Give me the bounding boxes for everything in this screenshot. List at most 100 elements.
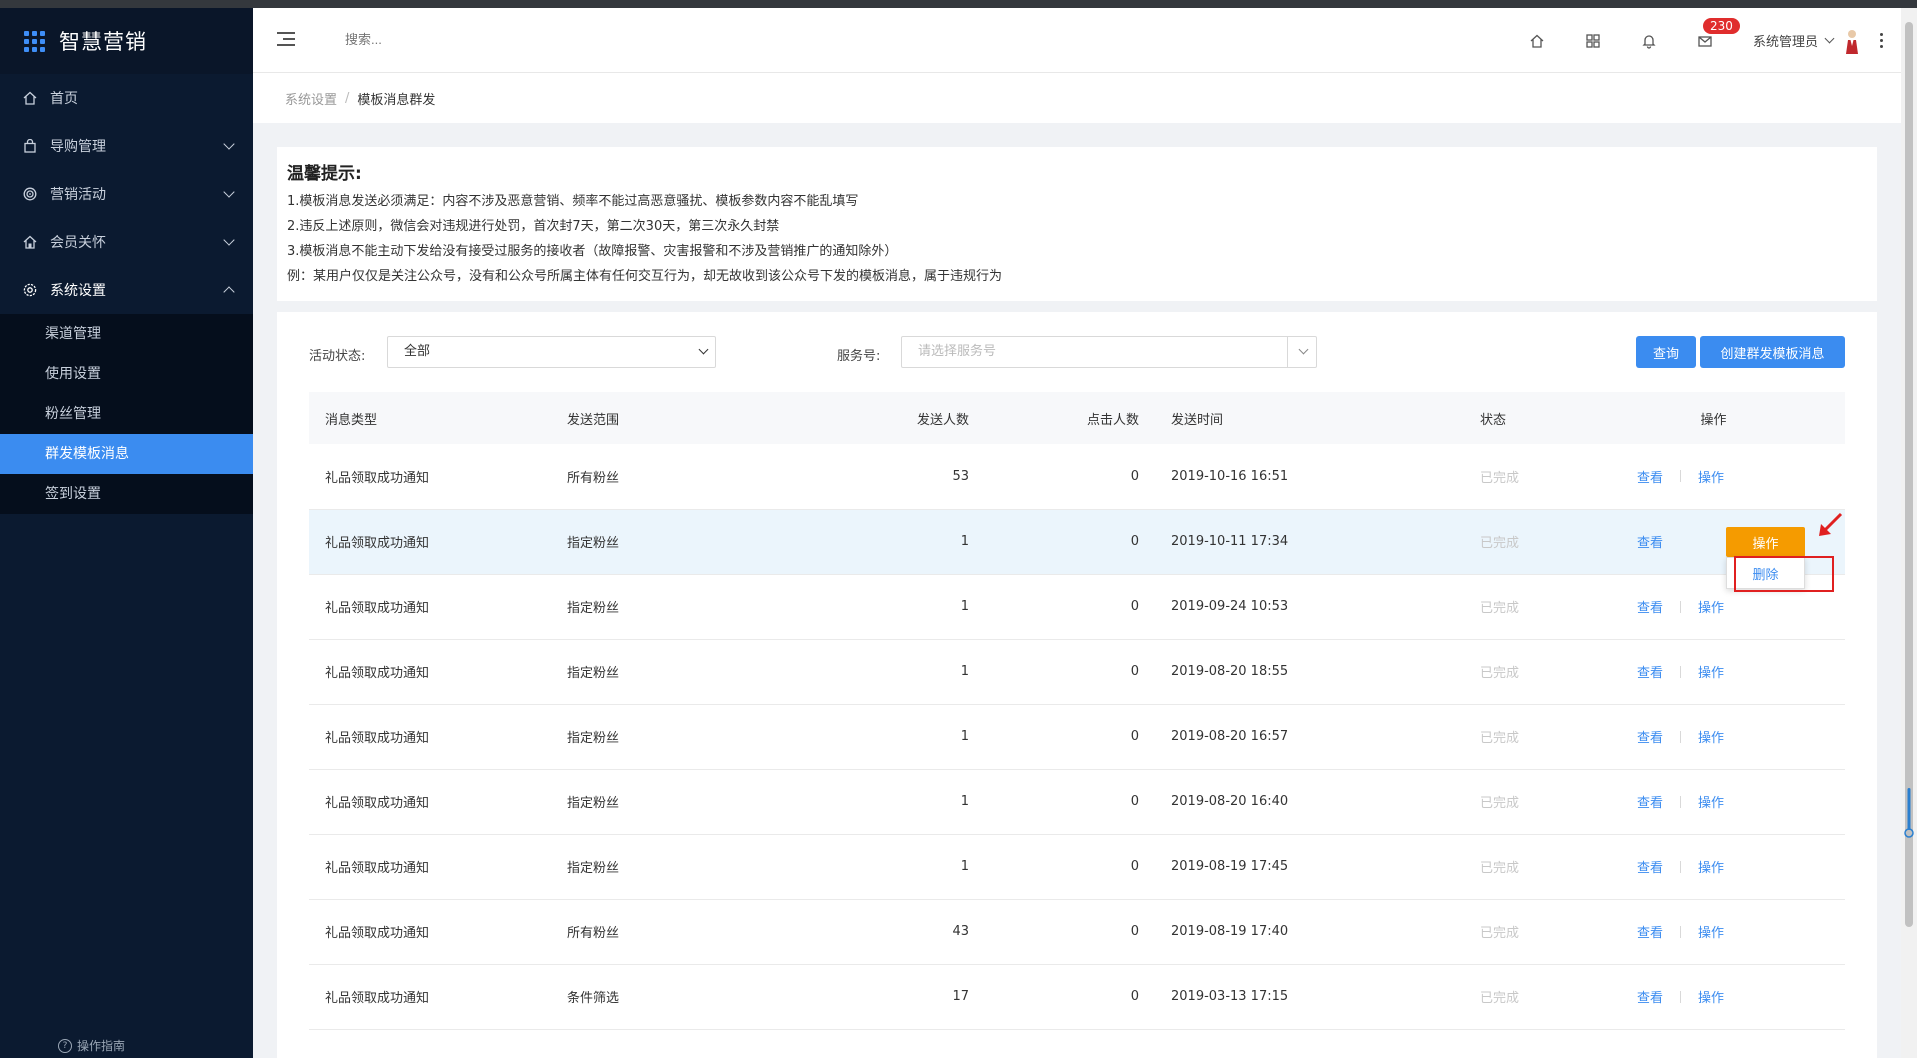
sidebar-item-usage-settings[interactable]: 使用设置	[0, 354, 253, 394]
view-link[interactable]: 查看	[1637, 857, 1663, 876]
tip-line: 2.违反上述原则，微信会对违规进行处罚，首次封7天，第二次30天，第三次永久封禁	[287, 219, 780, 234]
view-link[interactable]: 查看	[1637, 467, 1663, 486]
operation-link[interactable]: 操作	[1698, 467, 1724, 486]
view-link[interactable]: 查看	[1637, 727, 1663, 746]
chevron-down-icon	[223, 138, 235, 150]
cell-scope: 条件筛选	[567, 991, 620, 1006]
filter-bar: 活动状态: 全部 服务号: 请选择服务号 查询 创建群发模板消息	[277, 312, 1877, 392]
table-row: 礼品领取成功通知 指定粉丝 1 0 2019-08-20 16:40 已完成 查…	[309, 769, 1845, 834]
sidebar-item-home[interactable]: 首页	[0, 74, 253, 122]
message-count-badge: 230	[1702, 18, 1740, 34]
view-link[interactable]: 查看	[1637, 987, 1663, 1006]
operation-link[interactable]: 操作	[1698, 662, 1724, 681]
operation-link[interactable]: 操作	[1698, 857, 1724, 876]
column-header: 操作	[1700, 412, 1727, 428]
operation-link[interactable]: 操作	[1698, 597, 1724, 616]
column-header: 状态	[1480, 412, 1507, 428]
cell-time: 2019-03-13 17:15	[1171, 989, 1289, 1004]
view-link[interactable]: 查看	[1637, 662, 1663, 681]
table-row: 礼品领取成功通知 所有粉丝 53 0 2019-10-16 16:51 已完成 …	[309, 444, 1845, 509]
cell-status: 已完成	[1480, 991, 1520, 1006]
cell-sent: 1	[960, 729, 969, 744]
cell-status: 已完成	[1480, 666, 1520, 681]
cell-sent: 53	[952, 468, 969, 484]
apps-button[interactable]	[1565, 8, 1621, 73]
messages-button[interactable]: 230	[1677, 8, 1740, 73]
cell-scope: 所有粉丝	[567, 470, 620, 486]
search-input[interactable]	[345, 32, 545, 47]
divider	[1680, 990, 1682, 1003]
user-menu[interactable]: 系统管理员	[1753, 28, 1861, 54]
submenu-system-settings: 渠道管理 使用设置 粉丝管理 群发模板消息 签到设置	[0, 314, 253, 514]
cell-time: 2019-08-19 17:45	[1171, 859, 1289, 874]
sidebar-item-fans-management[interactable]: 粉丝管理	[0, 394, 253, 434]
sidebar-item-guide-management[interactable]: 导购管理	[0, 122, 253, 170]
breadcrumb-separator: /	[345, 90, 350, 106]
operation-link[interactable]: 操作	[1698, 922, 1724, 941]
cell-clicks: 0	[1130, 859, 1139, 874]
operation-link[interactable]: 操作	[1698, 792, 1724, 811]
column-header: 发送范围	[567, 412, 620, 428]
cell-scope: 指定粉丝	[567, 666, 620, 681]
operation-guide-link[interactable]: ? 操作指南	[58, 1037, 125, 1054]
table-row: 礼品领取成功通知 指定粉丝 1 0 2019-10-11 17:34 已完成 查…	[309, 509, 1845, 574]
cell-type: 礼品领取成功通知	[325, 796, 430, 811]
sidebar-item-checkin-settings[interactable]: 签到设置	[0, 474, 253, 514]
sidebar-item-marketing[interactable]: 营销活动	[0, 170, 253, 218]
create-template-broadcast-button[interactable]: 创建群发模板消息	[1700, 336, 1845, 368]
grid-icon	[1586, 33, 1600, 48]
divider	[1680, 730, 1682, 743]
column-header: 点击人数	[1086, 412, 1139, 428]
divider	[1680, 470, 1682, 483]
view-link[interactable]: 查看	[1637, 597, 1663, 616]
service-filter-label: 服务号:	[837, 349, 881, 364]
cell-clicks: 0	[1130, 729, 1139, 744]
home-button[interactable]	[1509, 8, 1565, 73]
service-select[interactable]: 请选择服务号	[901, 336, 1317, 368]
cell-clicks: 0	[1130, 664, 1139, 679]
brand[interactable]: 智慧营销	[0, 8, 253, 74]
cell-scope: 指定粉丝	[567, 601, 620, 616]
cell-type: 礼品领取成功通知	[325, 536, 430, 551]
tip-line: 例：某用户仅仅是关注公众号，没有和公众号所属主体有任何交互行为，却无故收到该公众…	[287, 269, 1003, 284]
view-link[interactable]: 查看	[1637, 792, 1663, 811]
row-actions: 查看 操作	[1617, 662, 1845, 681]
cell-status: 已完成	[1480, 536, 1520, 551]
cell-scope: 指定粉丝	[567, 861, 620, 876]
cell-time: 2019-10-11 17:34	[1171, 534, 1289, 549]
more-options-icon[interactable]	[1861, 32, 1901, 50]
cell-sent: 1	[960, 794, 969, 809]
status-filter-label: 活动状态:	[309, 349, 366, 364]
cell-scope: 指定粉丝	[567, 536, 620, 551]
cell-sent: 1	[960, 599, 969, 614]
cell-type: 礼品领取成功通知	[325, 991, 430, 1006]
sidebar-item-member-care[interactable]: 会员关怀	[0, 218, 253, 266]
annotation-arrow-icon	[1819, 512, 1843, 536]
breadcrumb-parent[interactable]: 系统设置	[285, 89, 337, 108]
row-actions: 查看 操作	[1617, 922, 1845, 941]
sidebar-item-system-settings[interactable]: 系统设置	[0, 266, 253, 314]
divider	[1680, 600, 1682, 613]
sidebar-item-template-broadcast[interactable]: 群发模板消息	[0, 434, 253, 474]
status-select[interactable]: 全部	[387, 336, 716, 368]
view-link[interactable]: 查看	[1637, 532, 1663, 551]
menu-toggle-icon[interactable]	[277, 32, 295, 50]
cell-type: 礼品领取成功通知	[325, 666, 430, 681]
notifications-button[interactable]	[1621, 8, 1677, 73]
message-list-card: 活动状态: 全部 服务号: 请选择服务号 查询 创建群发模板消息 消息类型 发送…	[277, 312, 1877, 1058]
operation-link[interactable]: 操作	[1698, 987, 1724, 1006]
gear-icon	[22, 282, 38, 298]
page-scrollbar[interactable]	[1901, 8, 1917, 1058]
cell-status: 已完成	[1480, 796, 1520, 811]
annotation-highlight-box	[1734, 556, 1834, 592]
operation-link[interactable]: 操作	[1698, 727, 1724, 746]
sidebar-item-channel-management[interactable]: 渠道管理	[0, 314, 253, 354]
bag-icon	[22, 138, 38, 154]
view-link[interactable]: 查看	[1637, 922, 1663, 941]
operation-dropdown-button[interactable]: 操作	[1726, 527, 1805, 557]
message-table: 消息类型 发送范围 发送人数 点击人数 发送时间 状态 操作 礼品领取成功通知 …	[309, 392, 1845, 1030]
query-button[interactable]: 查询	[1636, 336, 1696, 368]
row-actions: 查看 操作	[1617, 987, 1845, 1006]
cell-time: 2019-10-16 16:51	[1171, 468, 1289, 484]
window-top-strip	[0, 0, 1917, 8]
